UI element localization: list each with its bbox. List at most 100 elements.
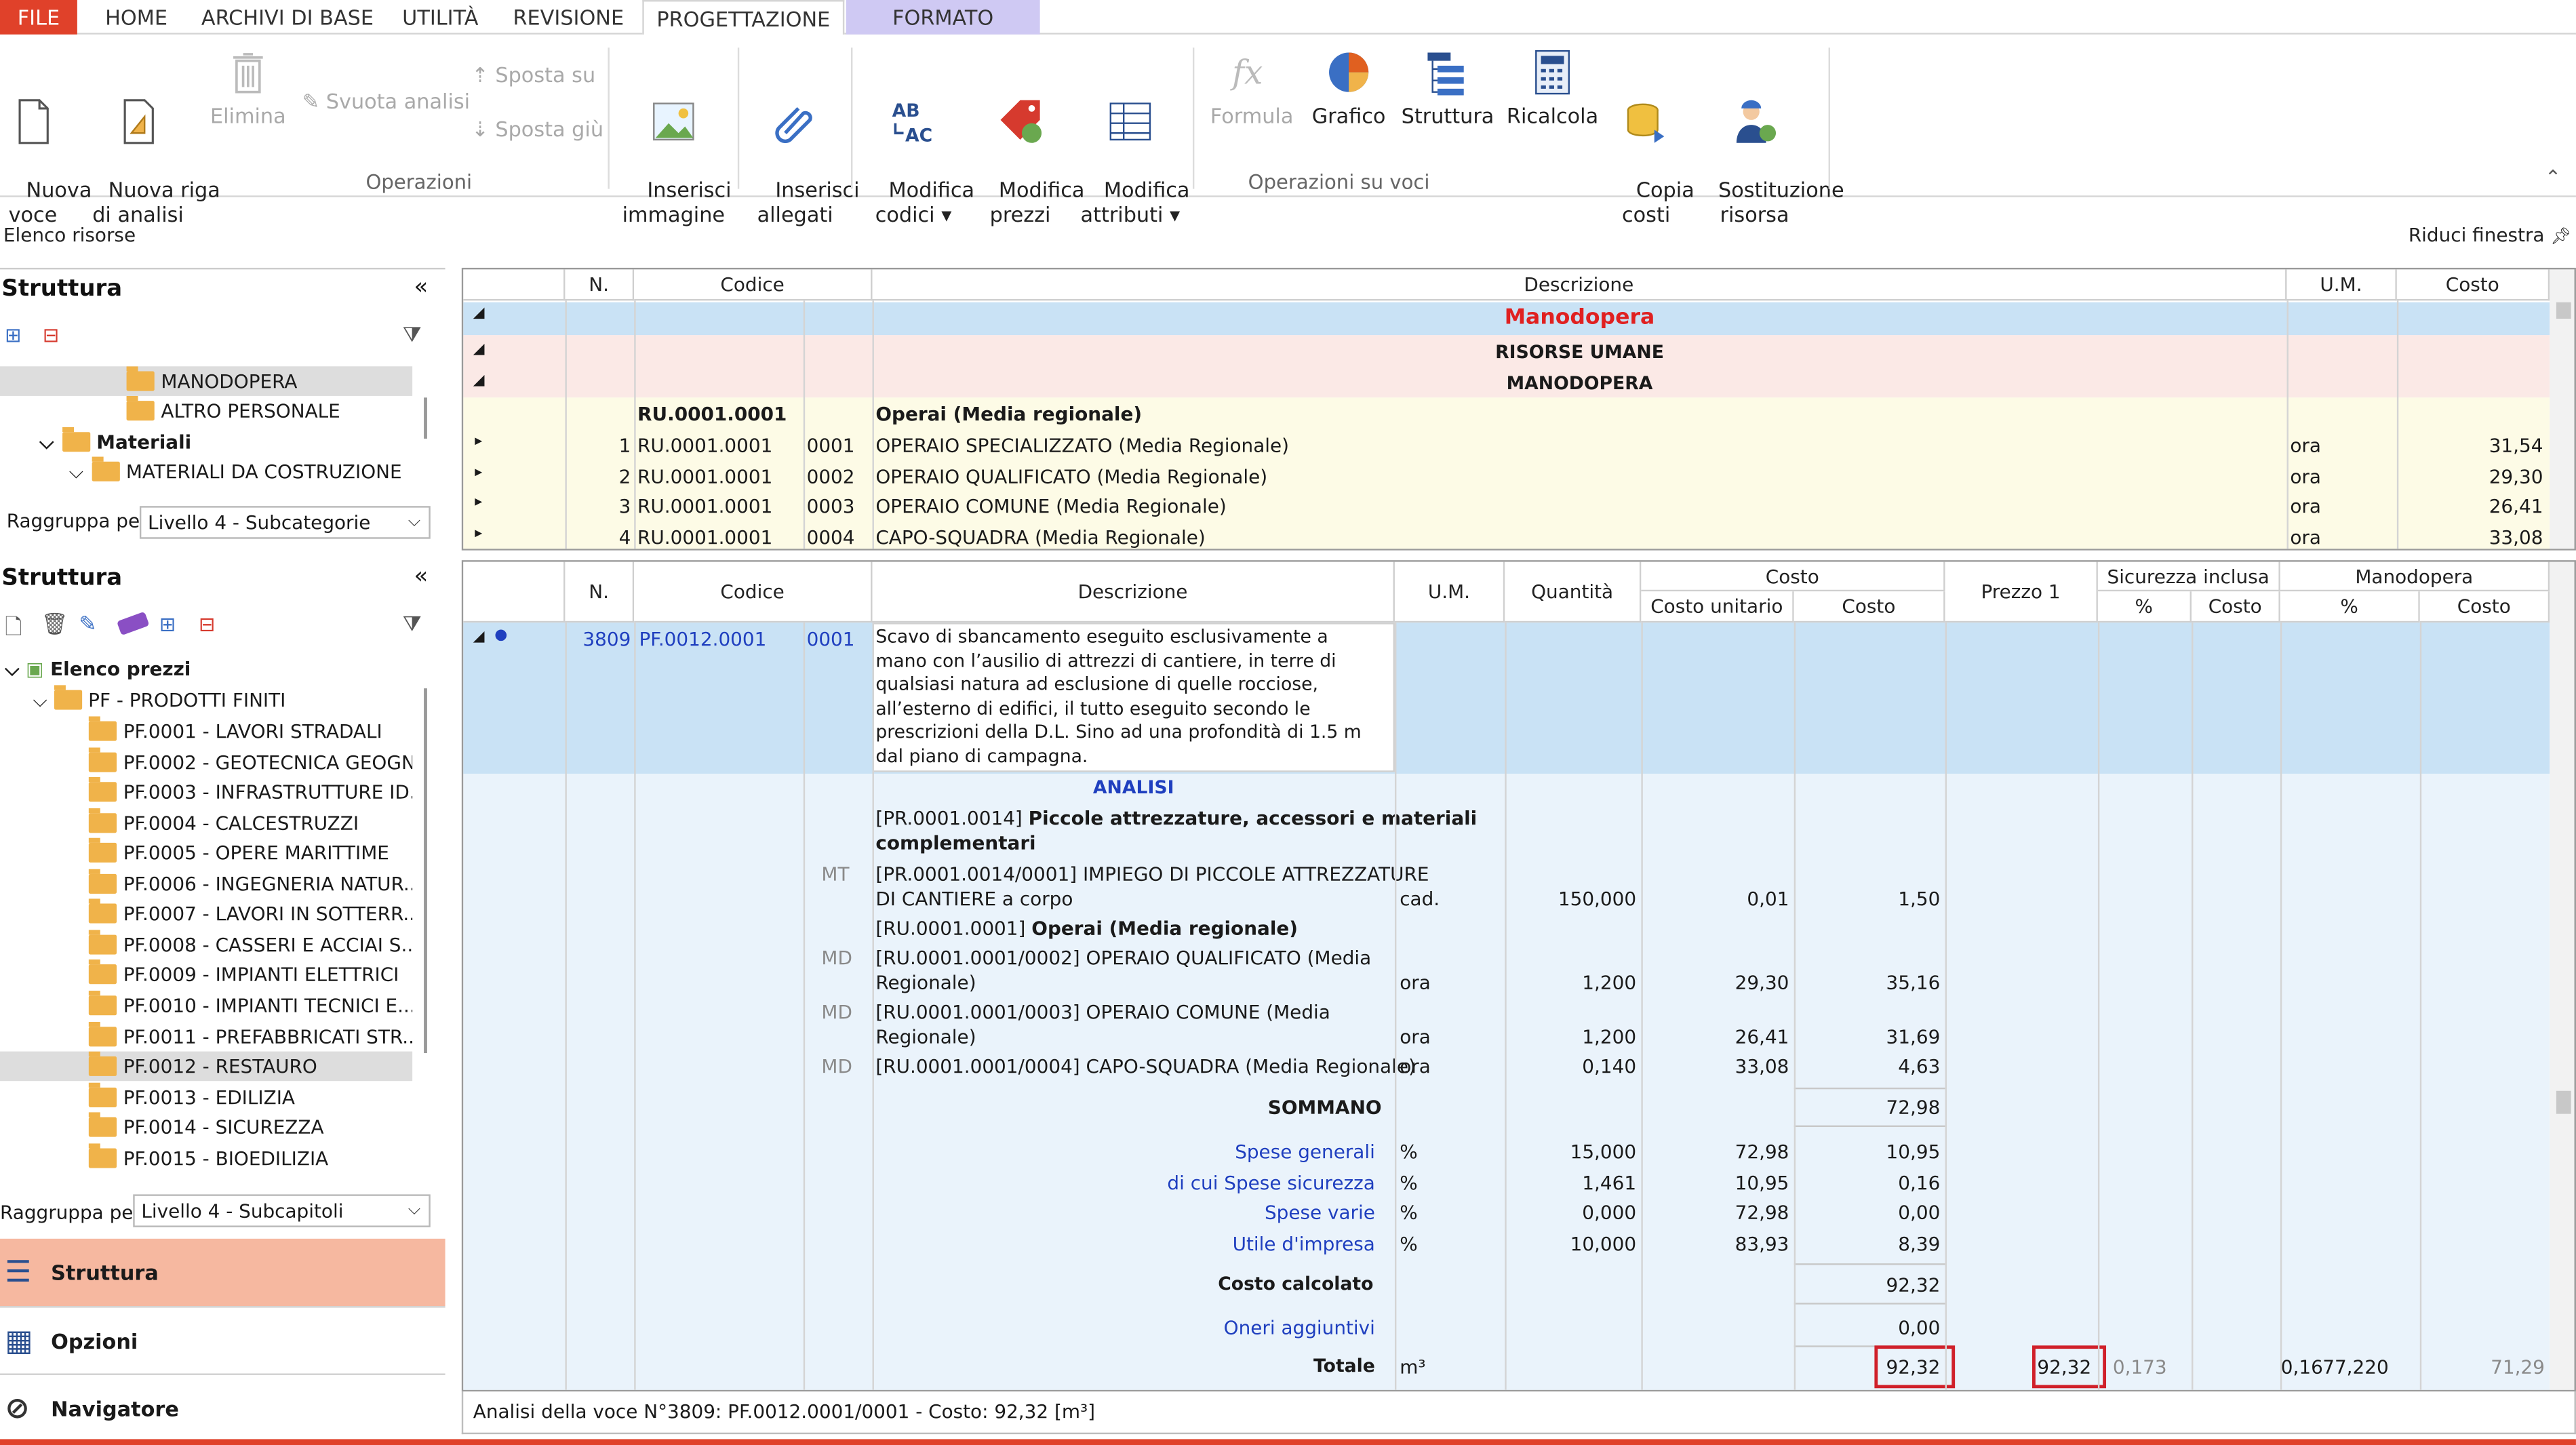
tab-home[interactable]: HOME — [85, 0, 187, 35]
header-n[interactable]: N. — [565, 561, 635, 623]
collapse-panel-icon[interactable]: « — [414, 275, 429, 301]
new-doc-icon[interactable]: 🗋︎ — [5, 613, 22, 649]
collapse-ribbon-icon[interactable]: ⌃ — [2545, 166, 2561, 189]
tab-archivi-di-base[interactable]: ARCHIVI DI BASE — [197, 0, 378, 35]
modifica-attributi-button[interactable]: Modifica attributi ▾ — [1077, 47, 1189, 251]
inserisci-immagine-button[interactable]: Inserisci immagine — [621, 47, 732, 251]
header-costo[interactable]: Costo — [1794, 591, 1945, 623]
vertical-scrollbar[interactable] — [2550, 561, 2575, 1390]
header-um[interactable]: U.M. — [2286, 269, 2397, 301]
collapse-all-icon[interactable]: ⊟ — [43, 323, 59, 347]
modifica-prezzi-button[interactable]: Modifica prezzi — [972, 47, 1084, 251]
collapse-panel-icon[interactable]: « — [414, 563, 429, 590]
spese-cu: 72,98 — [1735, 1201, 1789, 1224]
expand-all-icon[interactable]: ⊞ — [159, 613, 176, 636]
row-expand-icon[interactable]: ▸ — [475, 464, 482, 480]
tree-item-pf-0015[interactable]: PF.0015 - BIOEDILIZIA — [0, 1143, 412, 1173]
struttura-button[interactable]: Struttura — [1402, 47, 1494, 128]
nuova-voce-button[interactable]: Nuova voce — [0, 47, 92, 251]
row-expand-icon[interactable]: ▸ — [475, 494, 482, 511]
nuova-voce-label: Nuova voce — [8, 177, 92, 227]
raggruppa-select[interactable]: Livello 4 - Subcategorie ⌵ — [139, 506, 431, 539]
grafico-button[interactable]: Grafico — [1309, 47, 1388, 128]
tree-item-materiali[interactable]: ⌵ Materiali — [0, 427, 412, 457]
row-expand-icon[interactable]: ▸ — [475, 434, 482, 450]
ricalcola-button[interactable]: Ricalcola — [1505, 47, 1600, 128]
scrollbar[interactable] — [424, 397, 427, 439]
tree-item-pf-0013[interactable]: PF.0013 - EDILIZIA — [0, 1082, 412, 1112]
header-um[interactable]: U.M. — [1394, 561, 1505, 623]
raggruppa-select[interactable]: Livello 4 - Subcapitoli ⌵ — [133, 1194, 431, 1227]
tab-file[interactable]: FILE — [0, 0, 77, 35]
tree-item-pf-0009[interactable]: PF.0009 - IMPIANTI ELETTRICI — [0, 959, 412, 990]
tree-item-pf-0002[interactable]: PF.0002 - GEOTECNICA GEOGN... — [0, 747, 412, 776]
tab-revisione[interactable]: REVISIONE — [502, 0, 634, 35]
nav-struttura-button[interactable]: ☰ Struttura — [0, 1238, 445, 1307]
svuota-analisi-button[interactable]: ✎ Svuota analisi — [302, 89, 470, 113]
tree-item-pf-0008[interactable]: PF.0008 - CASSERI E ACCIAI S... — [0, 929, 412, 959]
tree-item-manodopera[interactable]: MANODOPERA — [0, 366, 413, 396]
tree-item-pf-0012[interactable]: PF.0012 - RESTAURO — [0, 1051, 413, 1082]
tree-item-pf-0010[interactable]: PF.0010 - IMPIANTI TECNICI E... — [0, 990, 412, 1021]
tree-item-pf-0001[interactable]: PF.0001 - LAVORI STRADALI — [0, 716, 412, 746]
collapse-all-icon[interactable]: ⊟ — [199, 613, 215, 636]
header-prezzo-1[interactable]: Prezzo 1 — [1945, 561, 2098, 623]
header-quantita[interactable]: Quantità — [1505, 561, 1642, 623]
tree-item-pf-0011[interactable]: PF.0011 - PREFABBRICATI STR... — [0, 1021, 412, 1051]
grid-line — [2286, 300, 2288, 549]
tab-utilita[interactable]: UTILITÀ — [388, 0, 493, 35]
tree-item-pf[interactable]: ⌵ PF - PRODOTTI FINITI — [0, 685, 412, 715]
expand-all-icon[interactable]: ⊞ — [5, 323, 21, 347]
header-manodopera-pct[interactable]: % — [2280, 591, 2420, 623]
tree-item-pf-0003[interactable]: PF.0003 - INFRASTRUTTURE ID... — [0, 777, 412, 807]
formula-button[interactable]: fx Formula — [1208, 47, 1296, 128]
scrollbar[interactable] — [424, 688, 427, 1054]
expand-triangle-icon[interactable]: ◢ — [473, 306, 485, 322]
modifica-codici-button[interactable]: AB AC Modifica codici ▾ — [863, 47, 974, 251]
filter-icon[interactable]: ⧩ — [403, 613, 422, 637]
expand-triangle-icon[interactable]: ◢ — [473, 373, 485, 389]
eraser-icon[interactable] — [117, 611, 150, 636]
row-expand-icon[interactable]: ▸ — [475, 525, 482, 541]
expand-triangle-icon[interactable]: ◢ — [473, 629, 485, 646]
row-code: RU.0001.0001 — [637, 525, 773, 549]
header-descrizione[interactable]: Descrizione — [872, 269, 2287, 301]
chevron-down-icon: ⌵ — [68, 460, 83, 483]
tab-formato[interactable]: FORMATO — [846, 0, 1040, 35]
tree-item-pf-0006[interactable]: PF.0006 - INGEGNERIA NATUR... — [0, 869, 412, 898]
trash-icon — [233, 53, 263, 94]
tree-item-materiali-da-costruzione[interactable]: ⌵ MATERIALI DA COSTRUZIONE — [0, 456, 412, 487]
header-descrizione[interactable]: Descrizione — [872, 561, 1395, 623]
tree-item-elenco-prezzi[interactable]: ⌵ ▣ Elenco prezzi — [0, 654, 412, 684]
group-operazioni-label: Operazioni — [365, 170, 473, 194]
inserisci-allegati-button[interactable]: Inserisci allegati — [749, 47, 860, 251]
nuova-riga-button[interactable]: Nuova riga di analisi — [82, 47, 220, 251]
nav-navigatore-button[interactable]: ⊘ Navigatore — [0, 1373, 445, 1440]
sposta-giu-button[interactable]: ⇣ Sposta giù — [471, 117, 603, 141]
sposta-su-button[interactable]: ⇡ Sposta su — [471, 62, 595, 87]
tab-progettazione[interactable]: PROGETTAZIONE — [642, 0, 845, 37]
nav-opzioni-button[interactable]: ▦ Opzioni — [0, 1306, 445, 1373]
header-codice[interactable]: Codice — [634, 269, 873, 301]
header-costo[interactable]: Costo — [2396, 269, 2550, 301]
trash-icon[interactable]: 🗑︎ — [41, 613, 68, 637]
header-n[interactable]: N. — [565, 269, 635, 301]
riduci-finestra-button[interactable]: Riduci finestra 📌︎ — [2409, 224, 2571, 247]
edit-icon[interactable]: ✎ — [79, 613, 96, 637]
tree-item-pf-0005[interactable]: PF.0005 - OPERE MARITTIME — [0, 838, 412, 868]
header-costo-unitario[interactable]: Costo unitario — [1641, 591, 1794, 623]
header-sicurezza-pct[interactable]: % — [2097, 591, 2192, 623]
copia-costi-button[interactable]: Copia costi — [1610, 47, 1695, 251]
vertical-scrollbar[interactable] — [2550, 269, 2575, 549]
tree-item-altro-personale[interactable]: ALTRO PERSONALE — [0, 395, 412, 426]
elimina-button[interactable]: Elimina — [207, 47, 289, 128]
tree-item-pf-0007[interactable]: PF.0007 - LAVORI IN SOTTERR... — [0, 898, 412, 929]
filter-icon[interactable]: ⧩ — [403, 323, 422, 348]
sostituzione-risorsa-button[interactable]: Sostituzione risorsa — [1692, 47, 1844, 251]
expand-triangle-icon[interactable]: ◢ — [473, 342, 485, 358]
header-sicurezza-costo[interactable]: Costo — [2192, 591, 2280, 623]
header-codice[interactable]: Codice — [634, 561, 873, 623]
tree-item-pf-0004[interactable]: PF.0004 - CALCESTRUZZI — [0, 808, 412, 837]
header-manodopera-costo[interactable]: Costo — [2419, 591, 2550, 623]
tree-item-pf-0014[interactable]: PF.0014 - SICUREZZA — [0, 1112, 412, 1143]
